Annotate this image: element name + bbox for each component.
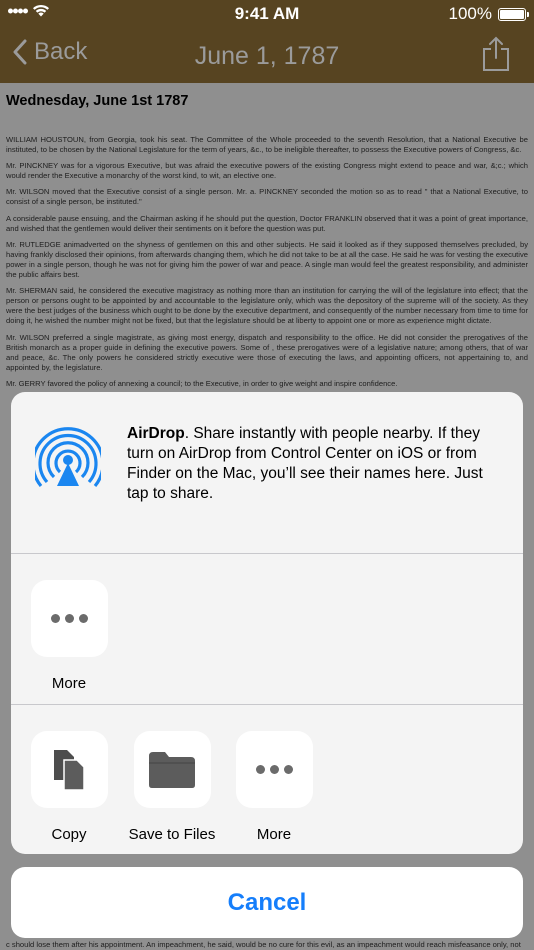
document-heading: Wednesday, June 1st 1787: [6, 93, 189, 109]
paragraph: Mr. WILSON moved that the Executive cons…: [6, 187, 528, 207]
airdrop-section: AirDrop. Share instantly with people nea…: [11, 392, 523, 553]
copy-button[interactable]: Copy: [19, 731, 119, 843]
divider: [11, 553, 523, 554]
status-bar: 9:41 AM 100%: [0, 0, 534, 28]
paragraph: Mr. SHERMAN said, he considered the exec…: [6, 286, 528, 326]
airdrop-description: AirDrop. Share instantly with people nea…: [127, 425, 483, 502]
page-title: June 1, 1787: [194, 42, 340, 70]
more-tile[interactable]: [30, 580, 108, 657]
folder-icon: [149, 751, 195, 788]
divider: [11, 704, 523, 705]
more-dots-icon: [255, 765, 293, 774]
copy-label: Copy: [51, 826, 87, 843]
share-more-button[interactable]: More: [19, 580, 119, 692]
more-dots-icon: [50, 614, 88, 623]
paragraph: Mr. WILSON preferred a single magistrate…: [6, 332, 528, 372]
battery-percent: 100%: [448, 4, 492, 23]
save-to-files-button[interactable]: Save to Files: [122, 731, 222, 843]
more-tile[interactable]: [235, 731, 313, 808]
copy-icon: [54, 749, 85, 791]
airdrop-title: AirDrop: [127, 425, 185, 442]
action-more-button[interactable]: More: [224, 731, 324, 843]
share-button[interactable]: [482, 36, 510, 77]
share-more-label: More: [51, 675, 87, 692]
copy-tile[interactable]: [30, 731, 108, 808]
airdrop-icon: [35, 427, 101, 488]
battery-status: 100%: [448, 4, 529, 24]
cancel-button[interactable]: Cancel: [11, 867, 523, 938]
paragraph: Mr. RUTLEDGE animadverted on the shyness…: [6, 239, 528, 280]
paragraph-bottom: c should lose them after his appointment…: [6, 940, 521, 949]
action-more-label: More: [256, 826, 292, 843]
paragraph: Mr. PINCKNEY was for a vigorous Executiv…: [6, 161, 528, 181]
share-icon: [483, 36, 509, 71]
paragraph: Mr. GERRY favored the policy of annexing…: [6, 378, 398, 388]
top-bar: 9:41 AM 100% Back June 1, 1787: [0, 0, 534, 83]
paragraph: A considerable pause ensuing, and the Ch…: [6, 213, 528, 233]
paragraph: WILLIAM HOUSTOUN, from Georgia, took his…: [6, 135, 528, 155]
battery-icon: [498, 7, 529, 21]
navigation-bar: Back June 1, 1787: [0, 28, 534, 83]
save-to-files-tile[interactable]: [133, 731, 211, 808]
save-to-files-label: Save to Files: [128, 826, 216, 843]
share-sheet: AirDrop. Share instantly with people nea…: [11, 392, 523, 854]
